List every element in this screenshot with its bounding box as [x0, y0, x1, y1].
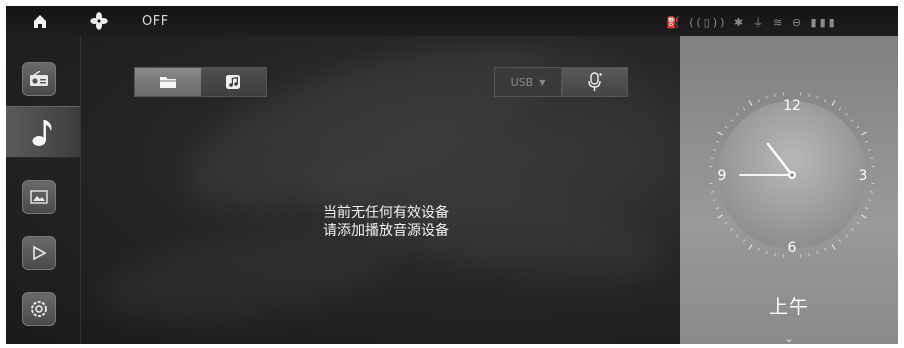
clock-tick [867, 149, 872, 151]
clock-tick [748, 100, 753, 107]
clock-tick [710, 157, 714, 159]
sidebar-divider [80, 36, 81, 344]
sidebar-item-pictures[interactable] [22, 180, 56, 214]
clock-tick [717, 131, 724, 136]
clock-tick [831, 100, 836, 107]
clock-tick [724, 125, 728, 129]
clock-tick [824, 99, 827, 103]
chevron-down-icon: ▼ [539, 77, 546, 87]
gear-icon [31, 301, 47, 317]
ac-status-text[interactable]: OFF [142, 14, 169, 29]
microphone-icon [588, 72, 602, 91]
status-indicator-icons: ⛽ ((▯)) ✱ ⏚ ≋ ⊖ ▮▮▮ [666, 16, 838, 29]
clock-tick [736, 113, 739, 116]
clock-tick [730, 119, 733, 122]
analog-clock: 12 3 6 9 [709, 92, 875, 258]
clock-tick [742, 239, 746, 243]
clock-tick [824, 247, 827, 251]
clock-tick [864, 207, 868, 210]
sidebar [6, 36, 80, 344]
clock-tick [712, 199, 717, 201]
clock-tick [831, 243, 836, 250]
sidebar-item-radio[interactable] [22, 62, 56, 96]
clock-tick [870, 157, 874, 159]
clock-tick [816, 250, 818, 255]
clock-tick [757, 247, 760, 251]
clock-tick [860, 214, 867, 219]
clock-tick [856, 221, 860, 225]
clock-tick [774, 93, 776, 97]
fan-icon[interactable] [90, 12, 108, 30]
radio-icon [30, 71, 48, 86]
clock-tick [774, 253, 776, 257]
clock-tick [716, 140, 720, 143]
ampm-label: 上午 [768, 296, 809, 318]
clock-tick [808, 253, 810, 257]
voice-button[interactable] [562, 67, 628, 97]
no-device-message: 当前无任何有效设备 请添加播放音源设备 [236, 204, 536, 240]
clock-tick [710, 191, 714, 193]
clock-tick [851, 119, 854, 122]
clock-tick [716, 207, 720, 210]
clock-tick [845, 234, 848, 237]
clock-tick [851, 228, 854, 231]
clock-tick [742, 107, 746, 111]
folder-icon [159, 77, 176, 88]
clock-tick [724, 221, 728, 225]
play-icon [33, 245, 47, 261]
chevron-down-icon[interactable]: ⌄ [680, 332, 898, 344]
music-file-icon [226, 75, 241, 89]
clock-tick [838, 239, 842, 243]
clock-tick [766, 95, 768, 100]
status-bar: OFF ⛽ ((▯)) ✱ ⏚ ≋ ⊖ ▮▮▮ [6, 6, 898, 36]
clock-tick [748, 243, 753, 250]
sidebar-item-video[interactable] [22, 236, 56, 270]
clock-tick [838, 107, 842, 111]
clock-tick [867, 199, 872, 201]
clock-tick [757, 99, 760, 103]
clock-tick [856, 125, 860, 129]
clock-tick [816, 95, 818, 100]
usb-source-dropdown[interactable]: USB ▼ [494, 67, 562, 97]
clock-tick [808, 93, 810, 97]
clock-numeral-12: 12 [783, 98, 801, 114]
source-toggle [134, 67, 267, 97]
sidebar-item-music[interactable] [6, 106, 80, 158]
clock-numeral-3: 3 [859, 168, 868, 184]
clock-tick [864, 140, 868, 143]
clock-widget[interactable]: 12 3 6 9 上午 ⌄ [680, 36, 898, 344]
clock-tick [766, 250, 768, 255]
clock-tick [860, 131, 867, 136]
message-line-1: 当前无任何有效设备 [323, 205, 449, 221]
infotainment-screen: OFF ⛽ ((▯)) ✱ ⏚ ≋ ⊖ ▮▮▮ USB ▼ 当前无任何有效设备 … [6, 6, 898, 344]
message-line-2: 请添加播放音源设备 [323, 223, 449, 239]
tab-music-files[interactable] [200, 68, 266, 96]
clock-tick [717, 214, 724, 219]
clock-tick [845, 113, 848, 116]
home-icon[interactable] [32, 13, 48, 29]
image-icon [30, 190, 48, 204]
clock-tick [730, 228, 733, 231]
usb-label: USB [510, 75, 534, 89]
sidebar-item-apps[interactable] [22, 292, 56, 326]
clock-tick [712, 149, 717, 151]
clock-tick [736, 234, 739, 237]
clock-numeral-6: 6 [788, 240, 797, 256]
tab-folder[interactable] [135, 68, 201, 96]
clock-tick [870, 191, 874, 193]
music-note-icon [32, 120, 52, 146]
clock-numeral-9: 9 [718, 168, 727, 184]
